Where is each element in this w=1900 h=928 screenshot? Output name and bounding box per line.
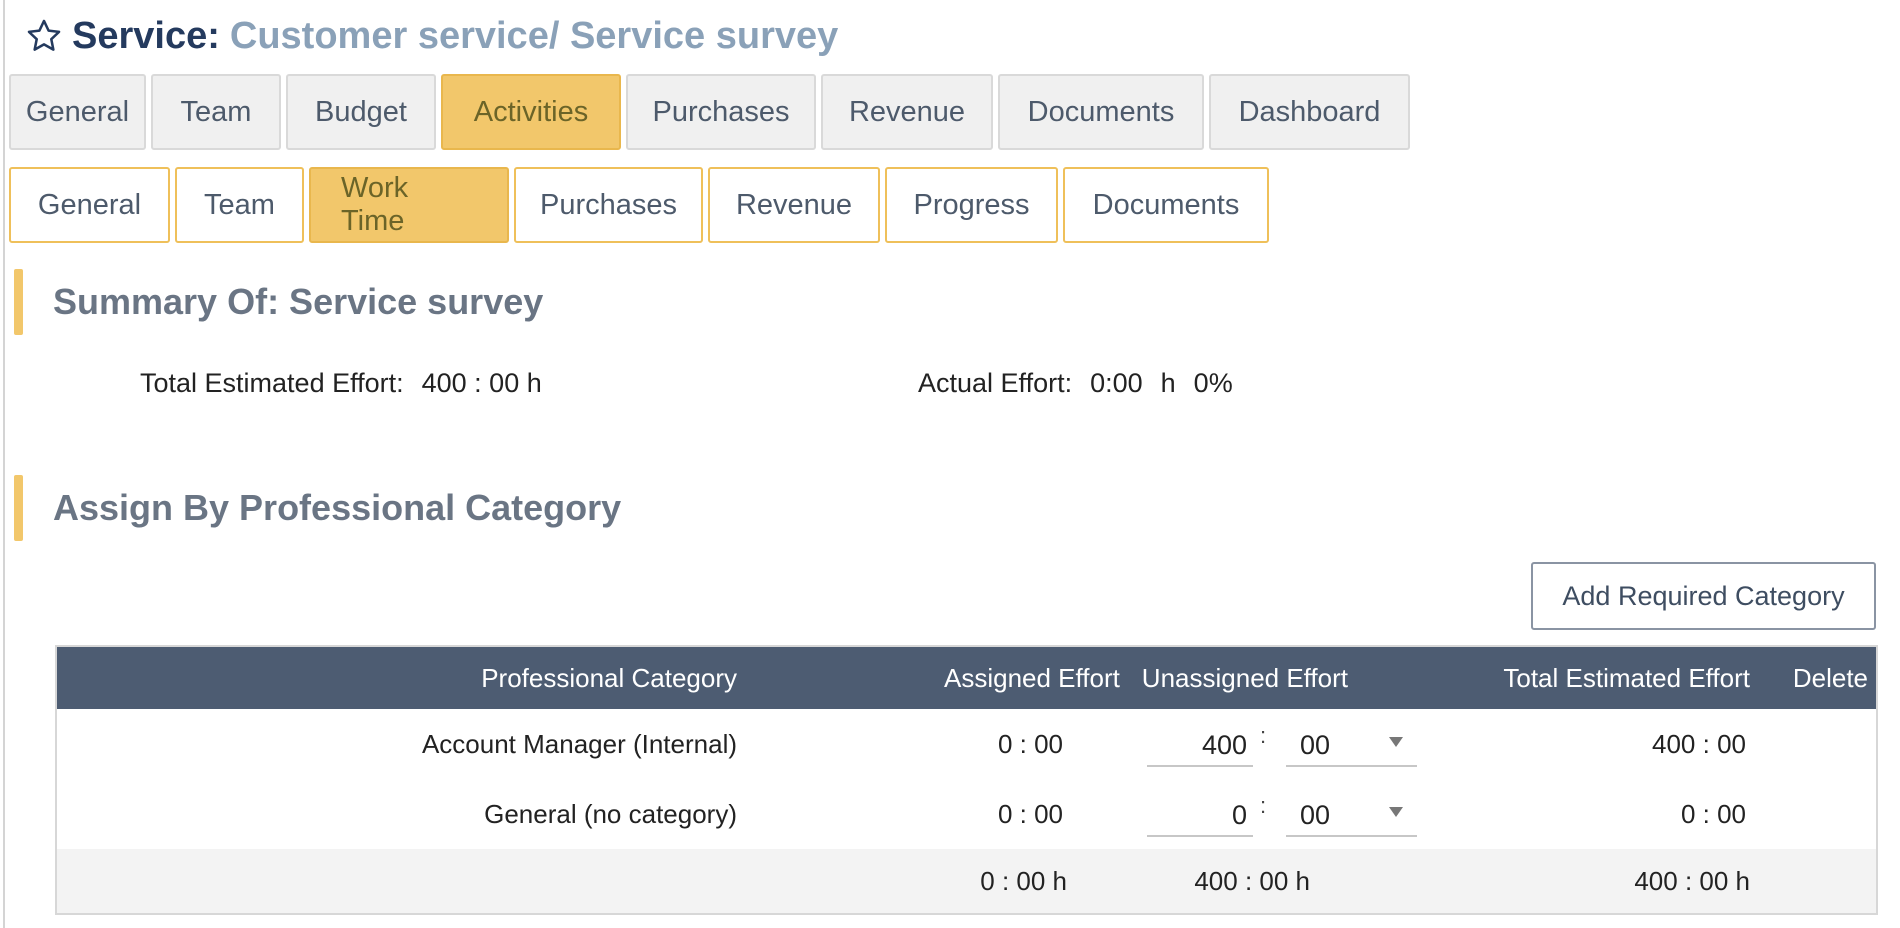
total-estimated-effort: Total Estimated Effort: 400 : 00 h [140, 368, 542, 399]
actual-effort: Actual Effort: 0:00 h 0% [918, 368, 1233, 399]
sub-tabs: General Team Work Time Purchases Revenue… [9, 167, 1269, 243]
col-total-estimated-effort: Total Estimated Effort [1503, 662, 1750, 693]
time-separator: : [1260, 793, 1267, 818]
star-icon[interactable] [24, 16, 64, 56]
tab-budget[interactable]: Budget [286, 74, 436, 150]
col-professional-category: Professional Category [481, 662, 737, 693]
tab-general[interactable]: General [9, 74, 146, 150]
table-row: General (no category) 0 : 00 : 00 0 : 00 [57, 779, 1876, 849]
total-estimated-value: 400 : 00 h [421, 368, 542, 398]
row-category: General (no category) [484, 798, 737, 829]
col-unassigned-effort: Unassigned Effort [1141, 662, 1348, 693]
row-total-estimated-effort: 0 : 00 [1680, 798, 1746, 829]
subtab-team[interactable]: Team [175, 167, 304, 243]
tab-dashboard[interactable]: Dashboard [1209, 74, 1410, 150]
actual-effort-value: 0:00 [1090, 368, 1143, 398]
add-required-category-button[interactable]: Add Required Category [1531, 562, 1876, 630]
total-unassigned-effort: 400 : 00 h [1194, 865, 1310, 896]
total-estimated-label: Total Estimated Effort: [140, 368, 404, 398]
tab-activities[interactable]: Activities [441, 74, 621, 150]
row-category: Account Manager (Internal) [421, 728, 737, 759]
summary-heading: Summary Of: Service survey [14, 269, 543, 335]
actual-effort-unit: h [1160, 368, 1176, 398]
actual-effort-percent: 0% [1193, 368, 1233, 398]
accent-bar [14, 269, 23, 335]
main-tabs: General Team Budget Activities Purchases… [9, 74, 1410, 150]
tab-team[interactable]: Team [151, 74, 281, 150]
col-delete: Delete [1792, 662, 1868, 693]
tab-purchases[interactable]: Purchases [626, 74, 816, 150]
summary-title: Summary Of: Service survey [53, 281, 544, 322]
title-path[interactable]: Customer service/ Service survey [230, 15, 838, 58]
subtab-documents[interactable]: Documents [1063, 167, 1269, 243]
actual-effort-label: Actual Effort: [918, 368, 1073, 398]
subtab-revenue[interactable]: Revenue [708, 167, 880, 243]
category-table: Professional Category Assigned Effort Un… [55, 645, 1878, 915]
subtab-progress[interactable]: Progress [885, 167, 1058, 243]
left-border [3, 0, 5, 928]
time-separator: : [1260, 723, 1267, 748]
row-total-estimated-effort: 400 : 00 [1652, 728, 1746, 759]
row-assigned-effort: 0 : 00 [997, 728, 1063, 759]
tab-revenue[interactable]: Revenue [821, 74, 993, 150]
minutes-value: 00 [1300, 799, 1331, 830]
subtab-general[interactable]: General [9, 167, 170, 243]
title-prefix: Service: [72, 14, 220, 57]
subtab-purchases[interactable]: Purchases [514, 167, 703, 243]
table-header: Professional Category Assigned Effort Un… [57, 647, 1876, 709]
unassigned-hours-input[interactable] [1147, 725, 1253, 767]
total-estimated-effort-sum: 400 : 00 h [1634, 865, 1750, 896]
assign-title: Assign By Professional Category [53, 487, 622, 528]
tab-documents[interactable]: Documents [998, 74, 1204, 150]
unassigned-hours-input[interactable] [1147, 795, 1253, 837]
assign-heading: Assign By Professional Category [14, 475, 621, 541]
accent-bar [14, 475, 23, 541]
page-title: Service: Customer service/ Service surve… [24, 8, 838, 64]
table-row: Account Manager (Internal) 0 : 00 : 00 4… [57, 709, 1876, 779]
minutes-value: 00 [1300, 729, 1331, 760]
row-assigned-effort: 0 : 00 [997, 798, 1063, 829]
subtab-work-time[interactable]: Work Time [309, 167, 509, 243]
totals-row: 0 : 00 h 400 : 00 h 400 : 00 h [57, 849, 1876, 913]
